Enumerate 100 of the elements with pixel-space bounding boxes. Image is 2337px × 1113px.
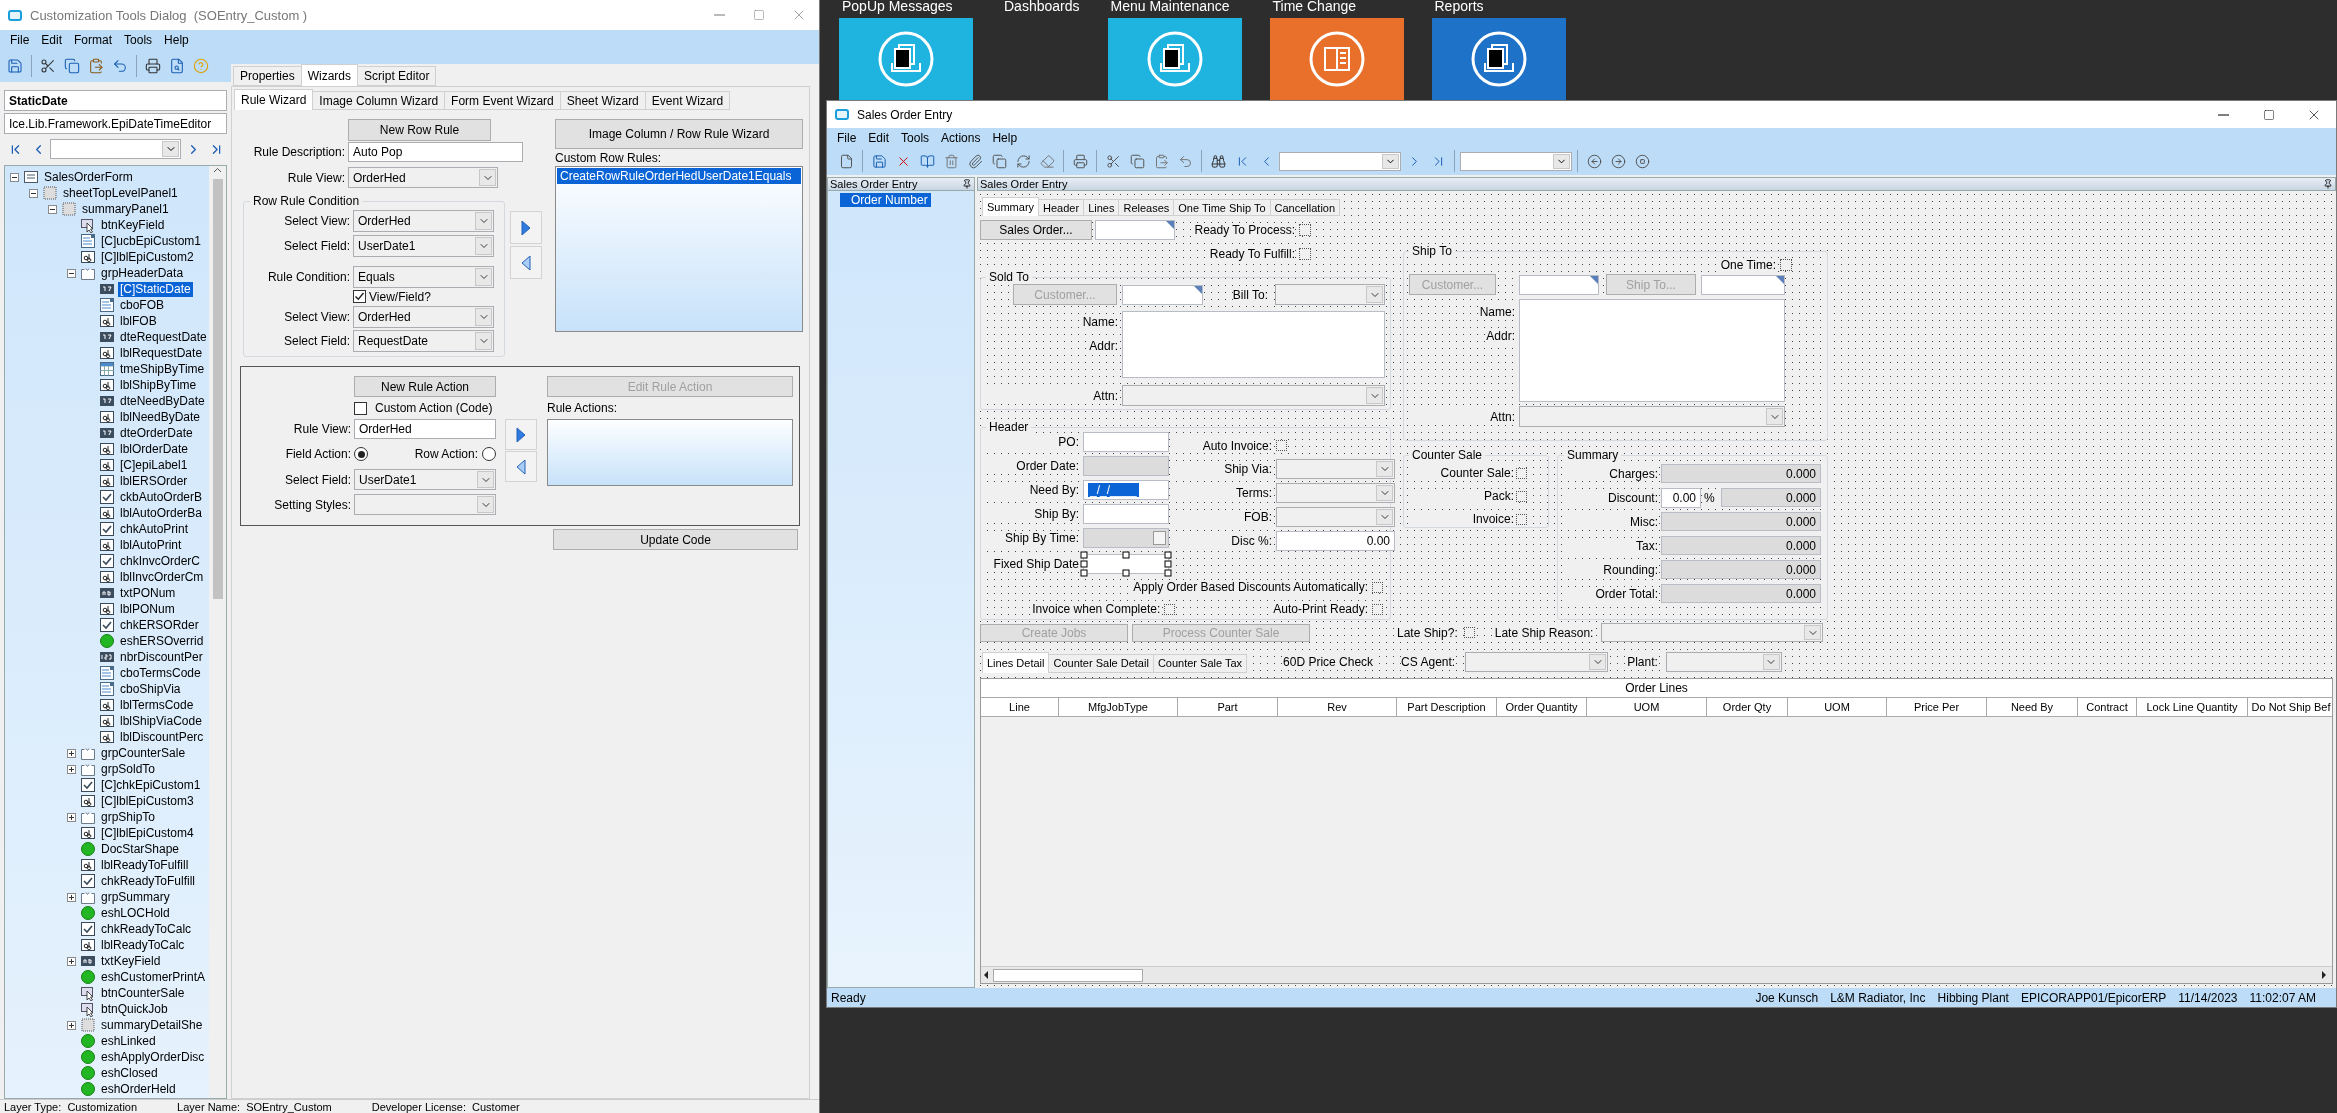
tab[interactable]: Image Column Wizard: [312, 91, 446, 110]
tree-item[interactable]: sheetTopLevelPanel1: [61, 185, 180, 201]
tab[interactable]: Rule Wizard: [234, 89, 314, 110]
tab[interactable]: Summary: [982, 197, 1040, 216]
tree-item[interactable]: btnQuickJob: [99, 1001, 170, 1017]
tab[interactable]: Counter Sale Tax: [1152, 653, 1248, 673]
update-code-button[interactable]: Update Code: [553, 529, 798, 550]
menu-item[interactable]: Format: [68, 30, 119, 50]
dropdown[interactable]: OrderHed: [348, 167, 498, 188]
tree-item[interactable]: btnKeyField: [99, 217, 167, 233]
tree-item[interactable]: lblAutoOrderBa: [118, 505, 205, 521]
tree-item[interactable]: lblReadyToCalc: [99, 937, 187, 953]
tree-item[interactable]: tmeShipByTime: [118, 361, 207, 377]
tree-item[interactable]: lblPONum: [118, 601, 177, 617]
date-field[interactable]: _/_/____: [1083, 480, 1169, 500]
tab[interactable]: Sheet Wizard: [559, 91, 646, 110]
tree-item[interactable]: cboFOB: [118, 297, 166, 313]
dropdown[interactable]: OrderHed: [353, 306, 494, 328]
tree-item[interactable]: [C]ucbEpiCustom1: [99, 233, 204, 249]
new-row-rule-button[interactable]: New Row Rule: [348, 119, 491, 141]
tree-item[interactable]: lblAutoPrint: [118, 537, 184, 553]
tree-item[interactable]: summaryPanel1: [80, 201, 171, 217]
menu-item[interactable]: Help: [158, 30, 195, 50]
dropdown[interactable]: UserDate1: [354, 469, 496, 490]
menu-item[interactable]: File: [4, 30, 36, 50]
tree-item[interactable]: dteRequestDate: [118, 329, 209, 345]
tree-item[interactable]: [C]lblEpiCustom4: [99, 825, 196, 841]
tree-item[interactable]: [C]epiLabel1: [118, 457, 190, 473]
tile-label[interactable]: PopUp Messages: [839, 0, 973, 18]
tree-item[interactable]: dteNeedByDate: [118, 393, 207, 409]
tab[interactable]: Counter Sale Detail: [1048, 653, 1154, 673]
control-name-field[interactable]: StaticDate: [4, 90, 227, 111]
new-rule-action-button[interactable]: New Rule Action: [354, 376, 496, 397]
tree-item[interactable]: eshClosed: [99, 1065, 160, 1081]
column-header[interactable]: Price Per: [1887, 698, 1987, 716]
tree-item[interactable]: dteOrderDate: [118, 425, 195, 441]
column-header[interactable]: Do Not Ship Bef: [2248, 698, 2332, 716]
tree-item[interactable]: [C]StaticDate: [118, 281, 193, 297]
tree-item[interactable]: lblOrderDate: [118, 441, 191, 457]
column-header[interactable]: Order Quantity: [1497, 698, 1587, 716]
column-header[interactable]: Order Qty: [1707, 698, 1788, 716]
image-column-wizard-button[interactable]: Image Column / Row Rule Wizard: [555, 119, 803, 149]
tab[interactable]: Releases: [1118, 199, 1175, 216]
tree-item[interactable]: [C]lblEpiCustom2: [99, 249, 196, 265]
tree-item[interactable]: [C]lblEpiCustom3: [99, 793, 196, 809]
tree-item[interactable]: chkReadyToCalc: [99, 921, 194, 937]
tree-item[interactable]: lblReadyToFulfill: [99, 857, 191, 873]
tree-item[interactable]: btnCounterSale: [99, 985, 187, 1001]
menu-item[interactable]: Actions: [935, 128, 987, 147]
tree-item[interactable]: lblInvcOrderCm: [118, 569, 206, 585]
tile-label[interactable]: Dashboards: [1001, 0, 1080, 18]
tree-item[interactable]: lblERSOrder: [118, 473, 190, 489]
tree-item[interactable]: chkReadyToFulfill: [99, 873, 198, 889]
tile-label[interactable]: Reports: [1431, 0, 1566, 18]
menu-item[interactable]: Help: [986, 128, 1024, 147]
tab[interactable]: Properties: [233, 66, 302, 86]
text-field[interactable]: OrderHed: [354, 419, 496, 439]
rules-list[interactable]: CreateRowRuleOrderHedUserDate1Equals: [555, 166, 803, 332]
tree-item[interactable]: lblDiscountPerc: [118, 729, 206, 745]
dropdown[interactable]: RequestDate: [353, 330, 494, 352]
tree-item[interactable]: grpShipTo: [99, 809, 158, 825]
tab[interactable]: Form Event Wizard: [444, 91, 561, 110]
column-header[interactable]: Lock Line Quantity: [2137, 698, 2248, 716]
column-header[interactable]: Part Description: [1397, 698, 1497, 716]
tree-item[interactable]: eshCustomerPrintA: [99, 969, 208, 985]
tree-item[interactable]: grpSoldTo: [99, 761, 158, 777]
column-header[interactable]: UOM: [1788, 698, 1887, 716]
tab[interactable]: Script Editor: [357, 66, 437, 86]
menu-item[interactable]: Edit: [35, 30, 69, 50]
tile-label[interactable]: Time Change: [1269, 0, 1404, 18]
tab[interactable]: Lines Detail: [982, 651, 1050, 673]
tab[interactable]: Event Wizard: [644, 91, 731, 110]
tree-item[interactable]: cboShipVia: [118, 681, 183, 697]
tile-label[interactable]: Menu Maintenance: [1107, 0, 1242, 18]
sales-order-button[interactable]: Sales Order...: [980, 220, 1092, 240]
tree-item[interactable]: SalesOrderForm: [42, 169, 135, 185]
tab[interactable]: Cancellation: [1269, 199, 1341, 216]
column-header[interactable]: Rev: [1278, 698, 1397, 716]
list-item[interactable]: CreateRowRuleOrderHedUserDate1Equals: [557, 168, 801, 184]
tree-item[interactable]: eshOrderHeld: [99, 1081, 178, 1097]
tab[interactable]: Wizards: [300, 64, 359, 86]
tree-item[interactable]: summaryDetailShe: [99, 1017, 205, 1033]
tree-item[interactable]: eshLOCHold: [99, 905, 172, 921]
column-header[interactable]: UOM: [1587, 698, 1707, 716]
tab[interactable]: Header: [1038, 199, 1085, 216]
tree-item[interactable]: nbrDiscountPer: [118, 649, 205, 665]
tree-item[interactable]: grpHeaderData: [99, 265, 186, 281]
tree-item[interactable]: lblShipByTime: [118, 377, 199, 393]
tree-item[interactable]: txtKeyField: [99, 953, 163, 969]
tree-item[interactable]: eshLinked: [99, 1033, 158, 1049]
tree-item[interactable]: chkAutoPrint: [118, 521, 191, 537]
number-field[interactable]: 0.00: [1276, 531, 1395, 551]
dropdown[interactable]: Equals: [353, 266, 494, 288]
tree-item[interactable]: ckbAutoOrderB: [118, 489, 205, 505]
tab[interactable]: One Time Ship To: [1173, 199, 1271, 216]
percent-field[interactable]: 0.00: [1661, 487, 1701, 508]
column-header[interactable]: MfgJobType: [1059, 698, 1178, 716]
dropdown[interactable]: OrderHed: [353, 210, 494, 232]
tree-item[interactable]: cboTermsCode: [118, 665, 203, 681]
tree-item[interactable]: txtPONum: [118, 585, 178, 601]
